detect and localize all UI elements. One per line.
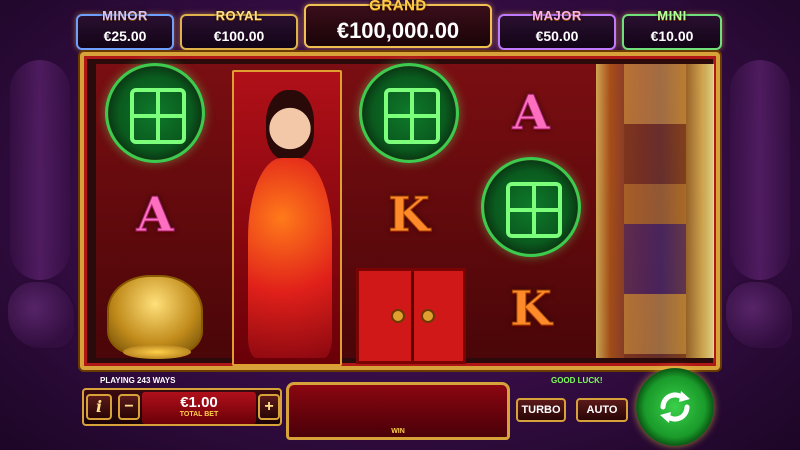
increase-bet-button[interactable]: + (258, 394, 280, 420)
letter-symbol-a: A (136, 187, 174, 244)
left-guardian-lion (6, 280, 76, 350)
right-pillar (730, 60, 790, 280)
right-guardian-lion (724, 280, 794, 350)
reel-4-symbol-2 (476, 157, 586, 257)
auto-label: AUTO (586, 404, 618, 416)
left-decoration (0, 60, 90, 380)
reel-1-symbol-1 (100, 63, 210, 163)
status-message: GOOD LUCK! (551, 376, 603, 385)
jackpot-royal-name: ROYAL (215, 8, 263, 23)
bet-value: €1.00 (180, 394, 218, 411)
game-stage: MINOR €25.00 ROYAL €100.00 GRAND €100,00… (0, 0, 800, 450)
reel-frame: A K A K (80, 52, 720, 370)
jackpot-mini: MINI €10.00 (622, 8, 722, 50)
reel-1-symbol-3 (100, 266, 210, 364)
coin-symbol (481, 157, 581, 257)
jackpot-mini-value: €10.00 (650, 28, 694, 44)
jackpot-minor-name: MINOR (102, 8, 148, 23)
spin-button[interactable] (636, 368, 714, 446)
jackpot-grand: GRAND €100,000.00 (304, 0, 492, 48)
lady-symbol (232, 70, 342, 366)
shou-glyph-icon (384, 88, 440, 144)
reel-5-spinning (596, 64, 714, 358)
bet-label: TOTAL BET (179, 411, 219, 418)
reel-1-symbol-2: A (100, 166, 210, 264)
lady-dress (248, 158, 332, 358)
reel-1: A (96, 63, 214, 359)
right-decoration (710, 60, 800, 380)
door-knocker-icon (391, 309, 405, 323)
win-display: WIN (286, 382, 510, 440)
letter-symbol-k: K (388, 187, 431, 244)
jackpot-minor-value: €25.00 (103, 28, 147, 44)
left-pillar (10, 60, 70, 280)
jackpot-major-value: €50.00 (535, 28, 579, 44)
shou-glyph-icon (506, 182, 562, 238)
reel-4: A K (472, 64, 590, 358)
info-icon: i (95, 397, 103, 416)
total-bet-display: €1.00 TOTAL BET (142, 392, 256, 424)
money-frog-symbol (107, 275, 203, 359)
jackpot-royal-value: €100.00 (213, 28, 265, 44)
turbo-button[interactable]: TURBO (516, 398, 566, 422)
jackpot-major-name: MAJOR (532, 8, 582, 23)
reel-3-symbol-2: K (354, 166, 464, 264)
ways-text: PLAYING 243 WAYS (100, 376, 176, 385)
door-knocker-icon (421, 309, 435, 323)
jackpot-grand-name: GRAND (369, 0, 427, 14)
jackpot-mini-name: MINI (657, 8, 687, 23)
shou-glyph-icon (130, 88, 186, 144)
minus-icon: − (124, 398, 134, 415)
reel-4-symbol-1: A (476, 64, 586, 162)
jackpot-minor: MINOR €25.00 (76, 8, 174, 50)
win-label: WIN (391, 428, 405, 435)
letter-symbol-k: K (510, 281, 553, 338)
spin-arrows-icon (660, 391, 690, 423)
coin-symbol (359, 63, 459, 163)
reel-4-symbol-3: K (476, 260, 586, 358)
info-button[interactable]: i (86, 394, 112, 420)
jackpot-royal: ROYAL €100.00 (180, 8, 298, 50)
reel-3-symbol-1 (354, 63, 464, 163)
reel-area: A K A K (96, 63, 714, 366)
jackpot-major: MAJOR €50.00 (498, 8, 616, 50)
coin-symbol (105, 63, 205, 163)
autoplay-button[interactable]: AUTO (576, 398, 628, 422)
letter-symbol-a: A (512, 85, 550, 142)
decrease-bet-button[interactable]: − (118, 394, 140, 420)
plus-icon: + (264, 398, 274, 415)
turbo-label: TURBO (521, 404, 561, 416)
red-doors-symbol (356, 268, 466, 364)
lady-head (266, 90, 314, 160)
jackpot-grand-value: €100,000.00 (336, 18, 460, 43)
